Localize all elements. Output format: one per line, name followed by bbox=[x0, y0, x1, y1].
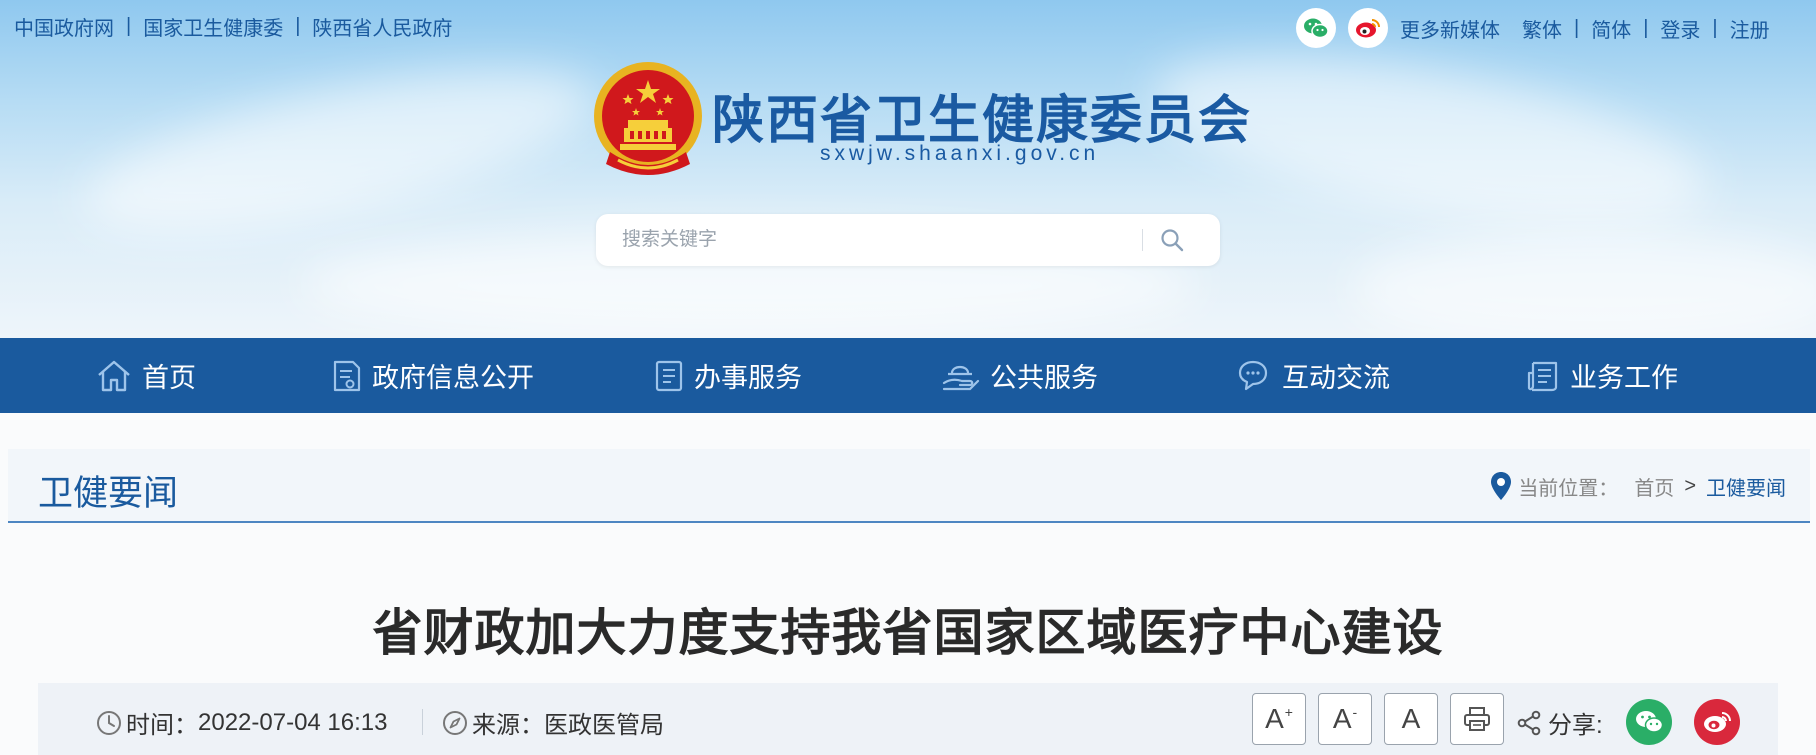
search-icon[interactable] bbox=[1157, 225, 1187, 255]
nav-label: 互动交流 bbox=[1282, 363, 1390, 393]
wechat-icon bbox=[1636, 711, 1664, 733]
document-icon bbox=[333, 360, 361, 391]
breadcrumb-home[interactable]: 首页 bbox=[1634, 472, 1674, 501]
article-meta-bar: 时间： 2022-07-04 16:13 来源： 医政医管局 A+ A- A bbox=[38, 683, 1778, 755]
nav-item-interaction[interactable]: 互动交流 bbox=[1236, 338, 1390, 413]
search-box bbox=[596, 214, 1220, 266]
publish-time: 时间： 2022-07-04 16:13 bbox=[96, 705, 388, 740]
separator: | bbox=[126, 15, 132, 37]
print-button[interactable] bbox=[1450, 693, 1504, 745]
clipboard-icon bbox=[655, 360, 683, 391]
main-nav: 首页 政府信息公开 办事服务 公共服务 互动交流 业务工作 bbox=[0, 338, 1816, 413]
weibo-icon[interactable] bbox=[1348, 8, 1388, 48]
separator: | bbox=[1574, 16, 1580, 39]
nav-item-services[interactable]: 办事服务 bbox=[654, 338, 802, 413]
more-media-link[interactable]: 更多新媒体 bbox=[1400, 14, 1500, 43]
share-section: 分享: bbox=[1516, 705, 1603, 740]
nav-label: 办事服务 bbox=[694, 363, 802, 393]
chat-icon bbox=[1238, 360, 1268, 390]
link-gov-cn[interactable]: 中国政府网 bbox=[14, 12, 114, 41]
nav-item-public-services[interactable]: 公共服务 bbox=[940, 338, 1098, 413]
login-link[interactable]: 登录 bbox=[1660, 14, 1700, 43]
separator: | bbox=[295, 15, 301, 37]
nav-label: 公共服务 bbox=[990, 363, 1098, 393]
compass-icon bbox=[443, 710, 467, 735]
nav-label: 业务工作 bbox=[1570, 363, 1678, 393]
source-label: 来源： bbox=[472, 712, 544, 739]
section-header: 卫健要闻 当前位置： 首页 > 卫健要闻 bbox=[8, 449, 1810, 523]
article-source: 来源： 医政医管局 bbox=[442, 705, 664, 740]
link-nhc[interactable]: 国家卫生健康委 bbox=[143, 12, 283, 41]
breadcrumb-separator: > bbox=[1684, 474, 1696, 497]
breadcrumb-label: 当前位置： bbox=[1518, 477, 1619, 500]
newspaper-icon bbox=[1527, 361, 1558, 391]
share-label: 分享: bbox=[1548, 712, 1603, 739]
share-wechat-button[interactable] bbox=[1626, 699, 1672, 745]
breadcrumb: 当前位置： 首页 > 卫健要闻 bbox=[1490, 471, 1786, 501]
hand-service-icon bbox=[942, 365, 980, 390]
font-reset-button[interactable]: A bbox=[1384, 693, 1438, 745]
separator: | bbox=[1712, 16, 1718, 39]
time-value: 2022-07-04 16:13 bbox=[198, 708, 388, 736]
source-value: 医政医管局 bbox=[544, 712, 664, 739]
nav-label: 政府信息公开 bbox=[372, 363, 534, 393]
font-decrease-button[interactable]: A- bbox=[1318, 693, 1372, 745]
site-url: sxwjw.shaanxi.gov.cn bbox=[820, 142, 1100, 165]
location-pin-icon bbox=[1491, 472, 1512, 500]
clock-icon bbox=[97, 710, 121, 735]
register-link[interactable]: 注册 bbox=[1730, 14, 1770, 43]
content-area: 卫健要闻 当前位置： 首页 > 卫健要闻 省财政加大力度支持我省国家区域医疗中心… bbox=[0, 413, 1816, 755]
national-emblem-logo bbox=[592, 60, 704, 180]
separator: | bbox=[1643, 16, 1649, 39]
search-divider bbox=[1142, 229, 1143, 251]
simplified-link[interactable]: 简体 bbox=[1591, 14, 1631, 43]
weibo-icon bbox=[1704, 712, 1731, 732]
home-icon bbox=[98, 360, 130, 391]
traditional-link[interactable]: 繁体 bbox=[1522, 14, 1562, 43]
nav-item-gov-info[interactable]: 政府信息公开 bbox=[332, 338, 534, 413]
search-input[interactable] bbox=[622, 229, 1142, 251]
time-label: 时间： bbox=[126, 712, 198, 739]
printer-icon bbox=[1464, 707, 1490, 731]
article-title: 省财政加大力度支持我省国家区域医疗中心建设 bbox=[372, 605, 1444, 661]
nav-label: 首页 bbox=[142, 363, 196, 393]
breadcrumb-current[interactable]: 卫健要闻 bbox=[1706, 472, 1786, 501]
top-links: 中国政府网 | 国家卫生健康委 | 陕西省人民政府 bbox=[14, 12, 452, 41]
share-icon bbox=[1517, 710, 1541, 735]
link-shaanxi-gov[interactable]: 陕西省人民政府 bbox=[312, 12, 452, 41]
meta-divider bbox=[422, 709, 423, 735]
nav-item-home[interactable]: 首页 bbox=[96, 338, 196, 413]
section-title: 卫健要闻 bbox=[38, 474, 179, 513]
share-weibo-button[interactable] bbox=[1694, 699, 1740, 745]
font-increase-button[interactable]: A + bbox=[1252, 693, 1306, 745]
wechat-icon[interactable] bbox=[1296, 8, 1336, 48]
top-right-toolbar: 更多新媒体 繁体 | 简体 | 登录 | 注册 bbox=[1296, 8, 1816, 48]
nav-item-business[interactable]: 业务工作 bbox=[1526, 338, 1678, 413]
header-banner: 中国政府网 | 国家卫生健康委 | 陕西省人民政府 更多新媒体 繁体 | 简体 … bbox=[0, 0, 1816, 338]
